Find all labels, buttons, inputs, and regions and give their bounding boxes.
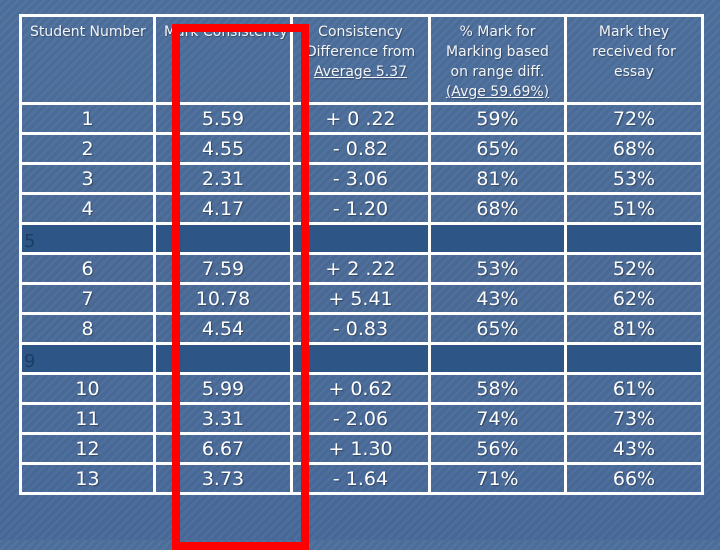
- essay-mark-cell: 52%: [564, 252, 704, 285]
- mark-consistency-cell: [153, 342, 293, 375]
- table-row: 3 2.31- 3.06 81% 53%: [19, 162, 704, 195]
- consistency-difference-cell: [290, 342, 431, 375]
- student-number-cell: 9: [19, 342, 156, 375]
- student-number-cell: 10: [19, 372, 156, 405]
- percent-marking-cell: 53%: [428, 252, 567, 285]
- table-row: 6 7.59 + 2 .22 53% 52%: [19, 252, 704, 285]
- essay-mark-cell: 73%: [564, 402, 704, 435]
- percent-marking-cell: 74%: [428, 402, 567, 435]
- student-number-cell: 11: [19, 402, 156, 435]
- essay-mark-cell: 66%: [564, 462, 704, 495]
- header-essay-mark: Mark they received for essay: [564, 14, 704, 105]
- essay-mark-cell: 62%: [564, 282, 704, 315]
- essay-mark-cell: 68%: [564, 132, 704, 165]
- header-mark-consistency: Mark Consistency: [153, 14, 293, 105]
- header-line: % Mark for: [459, 24, 536, 40]
- essay-mark-cell: 51%: [564, 192, 704, 225]
- essay-mark-cell: [564, 222, 704, 255]
- header-line: Average 5.37: [313, 64, 408, 80]
- essay-mark-cell: 72%: [564, 102, 704, 135]
- percent-marking-cell: [428, 342, 567, 375]
- percent-marking-cell: 58%: [428, 372, 567, 405]
- table-row: 4 4.17- 1.20 68% 51%: [19, 192, 704, 225]
- table-row: 10 5.99 + 0.62 58% 61%: [19, 372, 704, 405]
- percent-marking-cell: 56%: [428, 432, 567, 465]
- header-line: Mark Consistency: [164, 24, 288, 40]
- table-row: 7 10.78 + 5.41 43% 62%: [19, 282, 704, 315]
- header-line: (Avge 59.69%): [445, 84, 550, 100]
- percent-marking-cell: [428, 222, 567, 255]
- essay-mark-cell: 43%: [564, 432, 704, 465]
- percent-marking-cell: 65%: [428, 312, 567, 345]
- student-number-cell: 7: [19, 282, 156, 315]
- header-line: Difference from: [305, 44, 416, 60]
- percent-marking-cell: 59%: [428, 102, 567, 135]
- consistency-difference-cell: - 1.20: [290, 192, 431, 225]
- table-row-empty: 5: [19, 222, 704, 255]
- consistency-difference-cell: + 2 .22: [290, 252, 431, 285]
- percent-marking-cell: 68%: [428, 192, 567, 225]
- essay-mark-cell: 61%: [564, 372, 704, 405]
- header-consistency-difference: Consistency Difference from Average 5.37: [290, 14, 431, 105]
- header-line: received for: [592, 44, 676, 60]
- mark-consistency-cell: [153, 222, 293, 255]
- student-number-cell: 5: [19, 222, 156, 255]
- mark-consistency-cell: 4.17: [153, 192, 293, 225]
- consistency-difference-cell: - 0.83: [290, 312, 431, 345]
- consistency-difference-cell: + 5.41: [290, 282, 431, 315]
- mark-consistency-cell: 4.55: [153, 132, 293, 165]
- student-marks-table-container: Student Number Mark Consistency Consiste…: [19, 14, 704, 550]
- table-row: 1 5.59 + 0 .22 59% 72%: [19, 102, 704, 135]
- mark-consistency-cell: 10.78: [153, 282, 293, 315]
- table-row: 11 3.31- 2.06 74% 73%: [19, 402, 704, 435]
- header-line: on range diff.: [450, 64, 545, 80]
- consistency-difference-cell: + 0.62: [290, 372, 431, 405]
- mark-consistency-cell: 5.99: [153, 372, 293, 405]
- consistency-difference-cell: - 0.82: [290, 132, 431, 165]
- consistency-difference-cell: + 0 .22: [290, 102, 431, 135]
- table-row: 12 6.67 + 1.30 56% 43%: [19, 432, 704, 465]
- student-number-cell: 8: [19, 312, 156, 345]
- student-number-cell: 2: [19, 132, 156, 165]
- header-student-number: Student Number: [19, 14, 156, 105]
- student-number-cell: 12: [19, 432, 156, 465]
- essay-mark-cell: 53%: [564, 162, 704, 195]
- mark-consistency-cell: 7.59: [153, 252, 293, 285]
- student-number-cell: 4: [19, 192, 156, 225]
- header-line: Marking based: [446, 44, 549, 60]
- consistency-difference-cell: + 1.30: [290, 432, 431, 465]
- percent-marking-cell: 71%: [428, 462, 567, 495]
- mark-consistency-cell: 5.59: [153, 102, 293, 135]
- student-marks-table: Student Number Mark Consistency Consiste…: [19, 14, 704, 495]
- header-line: essay: [613, 64, 655, 80]
- percent-marking-cell: 81%: [428, 162, 567, 195]
- percent-marking-cell: 65%: [428, 132, 567, 165]
- essay-mark-cell: [564, 342, 704, 375]
- percent-marking-cell: 43%: [428, 282, 567, 315]
- header-line: Mark they: [598, 24, 670, 40]
- table-row: 2 4.55- 0.82 65% 68%: [19, 132, 704, 165]
- mark-consistency-cell: 3.73: [153, 462, 293, 495]
- table-row-empty: 9: [19, 342, 704, 375]
- mark-consistency-cell: 2.31: [153, 162, 293, 195]
- header-percent-mark-for-marking: % Mark for Marking based on range diff. (Av…: [428, 14, 567, 105]
- student-number-cell: 13: [19, 462, 156, 495]
- student-number-cell: 6: [19, 252, 156, 285]
- consistency-difference-cell: - 1.64: [290, 462, 431, 495]
- consistency-difference-cell: [290, 222, 431, 255]
- header-line: Student Number: [30, 24, 146, 40]
- consistency-difference-cell: - 3.06: [290, 162, 431, 195]
- student-number-cell: 3: [19, 162, 156, 195]
- table-header-row: Student Number Mark Consistency Consiste…: [19, 14, 704, 105]
- table-row: 8 4.54- 0.83 65% 81%: [19, 312, 704, 345]
- table-row: 13 3.73- 1.64 71% 66%: [19, 462, 704, 495]
- student-number-cell: 1: [19, 102, 156, 135]
- essay-mark-cell: 81%: [564, 312, 704, 345]
- mark-consistency-cell: 3.31: [153, 402, 293, 435]
- header-line: Consistency: [318, 24, 403, 40]
- mark-consistency-cell: 4.54: [153, 312, 293, 345]
- consistency-difference-cell: - 2.06: [290, 402, 431, 435]
- mark-consistency-cell: 6.67: [153, 432, 293, 465]
